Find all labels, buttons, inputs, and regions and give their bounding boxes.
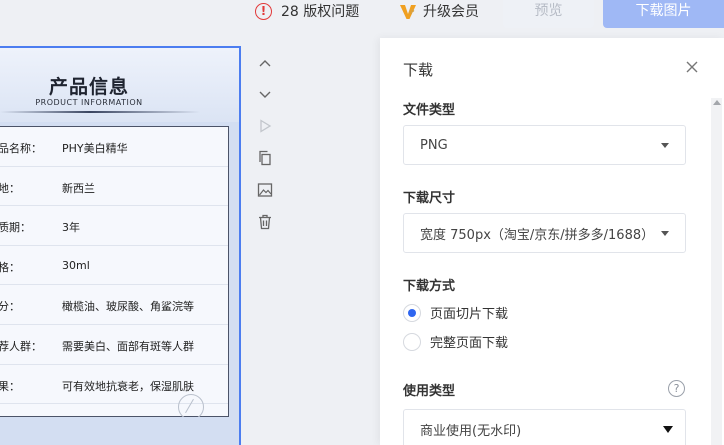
download-image-button[interactable]: 下载图片 (603, 0, 724, 28)
card-subtitle: PRODUCT INFORMATION (35, 98, 143, 107)
caret-down-icon (661, 231, 669, 236)
image-icon[interactable] (253, 178, 277, 202)
card-footer (0, 417, 239, 445)
download-method-label: 下载方式 (403, 279, 456, 294)
card-header: 产品信息 PRODUCT INFORMATION (0, 48, 239, 122)
table-row: 荐人群： 需要美白、面部有斑等人群 (0, 325, 228, 365)
caret-down-icon (663, 426, 673, 433)
chevron-down-icon[interactable] (253, 82, 277, 106)
panel-title: 下载 (403, 61, 434, 79)
radio-slice-download[interactable]: 页面切片下载 (403, 303, 508, 322)
top-toolbar: ! 28 版权问题 IP 升级会员 预览 下载图片 (0, 0, 724, 28)
copyright-issues-button[interactable]: ! 28 版权问题 (255, 1, 359, 21)
file-type-value: PNG (420, 137, 448, 153)
row-value: 需要美白、面部有斑等人群 (62, 339, 194, 353)
row-value: 3年 (62, 221, 80, 235)
card-title: 产品信息 (48, 76, 129, 98)
upgrade-vip-label: 升级会员 (423, 4, 479, 20)
table-row: 分： 橄榄油、玻尿酸、角鲨浣等 (0, 285, 228, 325)
download-size-select[interactable]: 宽度 750px（淘宝/京东/拼多多/1688） (403, 213, 686, 253)
close-icon[interactable] (684, 59, 700, 75)
radio-unselected-icon[interactable] (403, 332, 421, 351)
usage-type-select[interactable]: 商业使用(无水印) (403, 409, 686, 445)
row-value: 新西兰 (62, 181, 95, 195)
design-canvas[interactable]: 产品信息 PRODUCT INFORMATION 品名称： PHY美白精华 地：… (0, 46, 241, 445)
table-row: 地： 新西兰 (0, 167, 228, 207)
preview-button[interactable]: 预览 (503, 0, 594, 28)
upgrade-vip-button[interactable]: IP 升级会员 (399, 1, 479, 21)
row-value: 30ml (62, 258, 90, 272)
play-icon[interactable] (253, 114, 277, 138)
panel-scrollbar[interactable] (711, 98, 722, 445)
vip-icon: IP (399, 2, 417, 20)
chevron-up-icon[interactable] (253, 52, 277, 76)
row-key: 分： (0, 300, 20, 314)
download-size-label: 下载尺寸 (403, 191, 456, 206)
usage-type-label: 使用类型 (403, 384, 456, 399)
row-key: 品名称： (0, 142, 42, 155)
warning-icon: ! (255, 2, 272, 20)
download-panel: 下载 文件类型 PNG 下载尺寸 宽度 750px（淘宝/京东/拼多多/1688… (380, 38, 724, 445)
radio-label: 页面切片下载 (430, 307, 509, 322)
product-info-table: 品名称： PHY美白精华 地： 新西兰 质期： 3年 格： 30ml 分： 橄榄… (0, 126, 229, 420)
table-row: 格： 30ml (0, 246, 228, 286)
svg-text:IP: IP (409, 9, 415, 16)
copy-icon[interactable] (253, 146, 277, 170)
row-value: PHY美白精华 (62, 142, 128, 155)
trash-icon[interactable] (253, 210, 277, 234)
scroll-up-icon[interactable] (713, 100, 721, 105)
row-key: 地： (0, 181, 20, 195)
radio-full-download[interactable]: 完整页面下载 (403, 332, 508, 351)
usage-type-value: 商业使用(无水印) (420, 423, 522, 439)
radio-selected-icon[interactable] (403, 303, 421, 322)
row-key: 质期： (0, 221, 31, 235)
file-type-select[interactable]: PNG (403, 125, 686, 165)
table-row: 品名称： PHY美白精华 (0, 127, 228, 167)
file-type-label: 文件类型 (403, 103, 456, 118)
row-key: 荐人群： (0, 339, 42, 353)
row-value: 橄榄油、玻尿酸、角鲨浣等 (62, 300, 194, 314)
caret-down-icon (661, 143, 669, 148)
row-key: 格： (0, 260, 20, 274)
download-size-value: 宽度 750px（淘宝/京东/拼多多/1688） (420, 227, 655, 243)
row-key: 果： (0, 379, 20, 393)
radio-label: 完整页面下载 (430, 336, 509, 351)
help-icon[interactable]: ? (668, 380, 685, 397)
copyright-issues-label: 28 版权问题 (281, 4, 360, 20)
row-value: 可有效地抗衰老，保湿肌肤 (62, 379, 194, 393)
table-row: 质期： 3年 (0, 206, 228, 246)
header-divider (0, 111, 200, 113)
